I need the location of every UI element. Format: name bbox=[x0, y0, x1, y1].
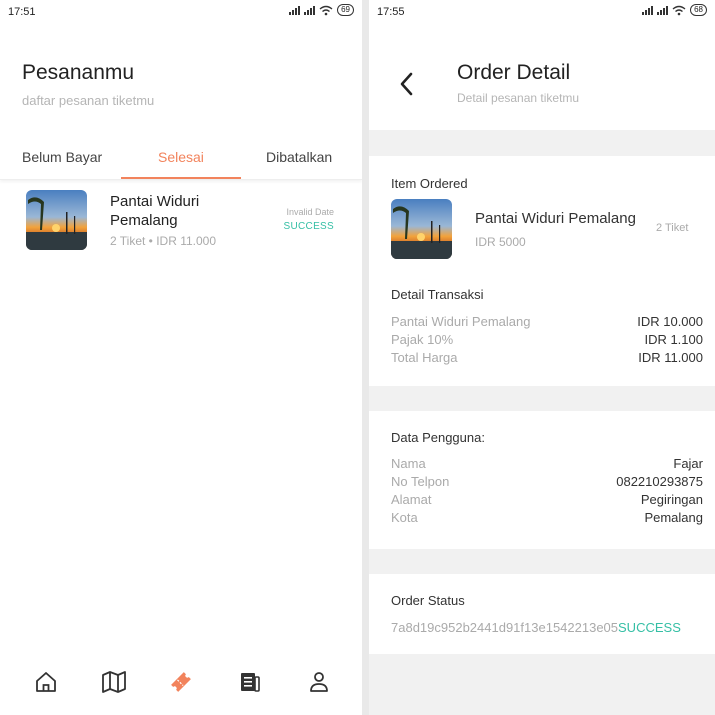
signal-icon bbox=[642, 5, 654, 15]
ticket-icon[interactable] bbox=[167, 668, 195, 696]
orders-screen: 17:51 69 Pesananmu daftar pesanan tiketm… bbox=[0, 0, 362, 715]
user-data-card: Data Pengguna: Nama Fajar No Telpon 0822… bbox=[369, 411, 715, 549]
tab-selesai[interactable]: Selesai bbox=[158, 149, 204, 165]
order-status-card: Order Status 7a8d19c952b2441d91f13e15422… bbox=[369, 574, 715, 654]
back-button[interactable] bbox=[396, 70, 418, 98]
user-field-value: Fajar bbox=[673, 456, 703, 471]
battery-indicator: 69 bbox=[337, 4, 354, 16]
order-meta: 2 Tiket • IDR 11.000 bbox=[110, 234, 217, 248]
status-time: 17:55 bbox=[377, 6, 405, 18]
map-icon[interactable] bbox=[100, 668, 128, 696]
bottom-navigation bbox=[0, 668, 362, 708]
section-heading: Data Pengguna: bbox=[391, 430, 485, 445]
section-heading: Item Ordered bbox=[391, 176, 468, 191]
signal-icon bbox=[657, 5, 669, 15]
tab-bar: Belum Bayar Selesai Dibatalkan bbox=[0, 140, 362, 180]
order-detail-screen: 17:55 68 Order Detail Detail pesanan tik… bbox=[369, 0, 715, 715]
transaction-value: IDR 10.000 bbox=[637, 314, 703, 329]
user-field-label: No Telpon bbox=[391, 474, 450, 489]
home-icon[interactable] bbox=[32, 668, 60, 696]
page-subtitle: Detail pesanan tiketmu bbox=[457, 91, 580, 105]
page-title: Pesananmu bbox=[22, 61, 135, 84]
item-name: Pantai Widuri Pemalang bbox=[475, 210, 636, 227]
section-heading: Detail Transaksi bbox=[391, 287, 484, 302]
user-field-label: Kota bbox=[391, 510, 418, 525]
item-quantity: 2 Tiket bbox=[656, 222, 689, 234]
status-time: 17:51 bbox=[8, 6, 36, 18]
battery-indicator: 68 bbox=[690, 4, 707, 16]
profile-icon[interactable] bbox=[305, 668, 333, 696]
order-status-badge: SUCCESS bbox=[618, 620, 681, 635]
order-status-badge: SUCCESS bbox=[283, 221, 334, 232]
tab-belum-bayar[interactable]: Belum Bayar bbox=[22, 149, 102, 165]
wifi-icon bbox=[319, 5, 333, 15]
transaction-value: IDR 1.100 bbox=[644, 332, 703, 347]
user-field-label: Nama bbox=[391, 456, 426, 471]
signal-icon bbox=[289, 5, 301, 15]
transaction-key: Total Harga bbox=[391, 350, 458, 365]
transaction-detail-card: Detail Transaksi Pantai Widuri Pemalang … bbox=[369, 274, 715, 386]
destination-thumbnail bbox=[391, 199, 452, 259]
transaction-key: Pantai Widuri Pemalang bbox=[391, 314, 531, 329]
user-field-value: Pegiringan bbox=[640, 492, 703, 507]
status-bar: 17:55 68 bbox=[369, 0, 715, 24]
order-destination-name: Pantai Widuri Pemalang bbox=[110, 193, 200, 229]
item-ordered-card: Item Ordered Pantai Widuri Pemalang 2 Ti… bbox=[369, 156, 715, 274]
order-list-item[interactable]: Pantai Widuri Pemalang 2 Tiket • IDR 11.… bbox=[26, 190, 346, 252]
section-heading: Order Status bbox=[391, 593, 465, 608]
page-title: Order Detail bbox=[457, 61, 571, 84]
signal-icon bbox=[304, 5, 316, 15]
active-tab-indicator bbox=[121, 177, 241, 179]
wifi-icon bbox=[672, 5, 686, 15]
status-bar: 17:51 69 bbox=[0, 0, 362, 24]
detail-header: Order Detail Detail pesanan tiketmu bbox=[369, 24, 715, 130]
page-subtitle: daftar pesanan tiketmu bbox=[22, 93, 155, 108]
user-field-value: Pemalang bbox=[644, 510, 703, 525]
news-icon[interactable] bbox=[236, 668, 264, 696]
user-field-value: 082210293875 bbox=[616, 474, 703, 489]
transaction-total: IDR 11.000 bbox=[638, 350, 703, 365]
order-id: 7a8d19c952b2441d91f13e1542213e05 bbox=[391, 620, 619, 635]
item-price: IDR 5000 bbox=[475, 235, 526, 249]
tab-dibatalkan[interactable]: Dibatalkan bbox=[266, 149, 332, 165]
user-field-label: Alamat bbox=[391, 492, 432, 507]
transaction-key: Pajak 10% bbox=[391, 332, 454, 347]
order-id-line: 7a8d19c952b2441d91f13e1542213e05SUCCESS bbox=[391, 620, 681, 635]
order-date: Invalid Date bbox=[286, 207, 334, 217]
destination-thumbnail bbox=[26, 190, 87, 250]
